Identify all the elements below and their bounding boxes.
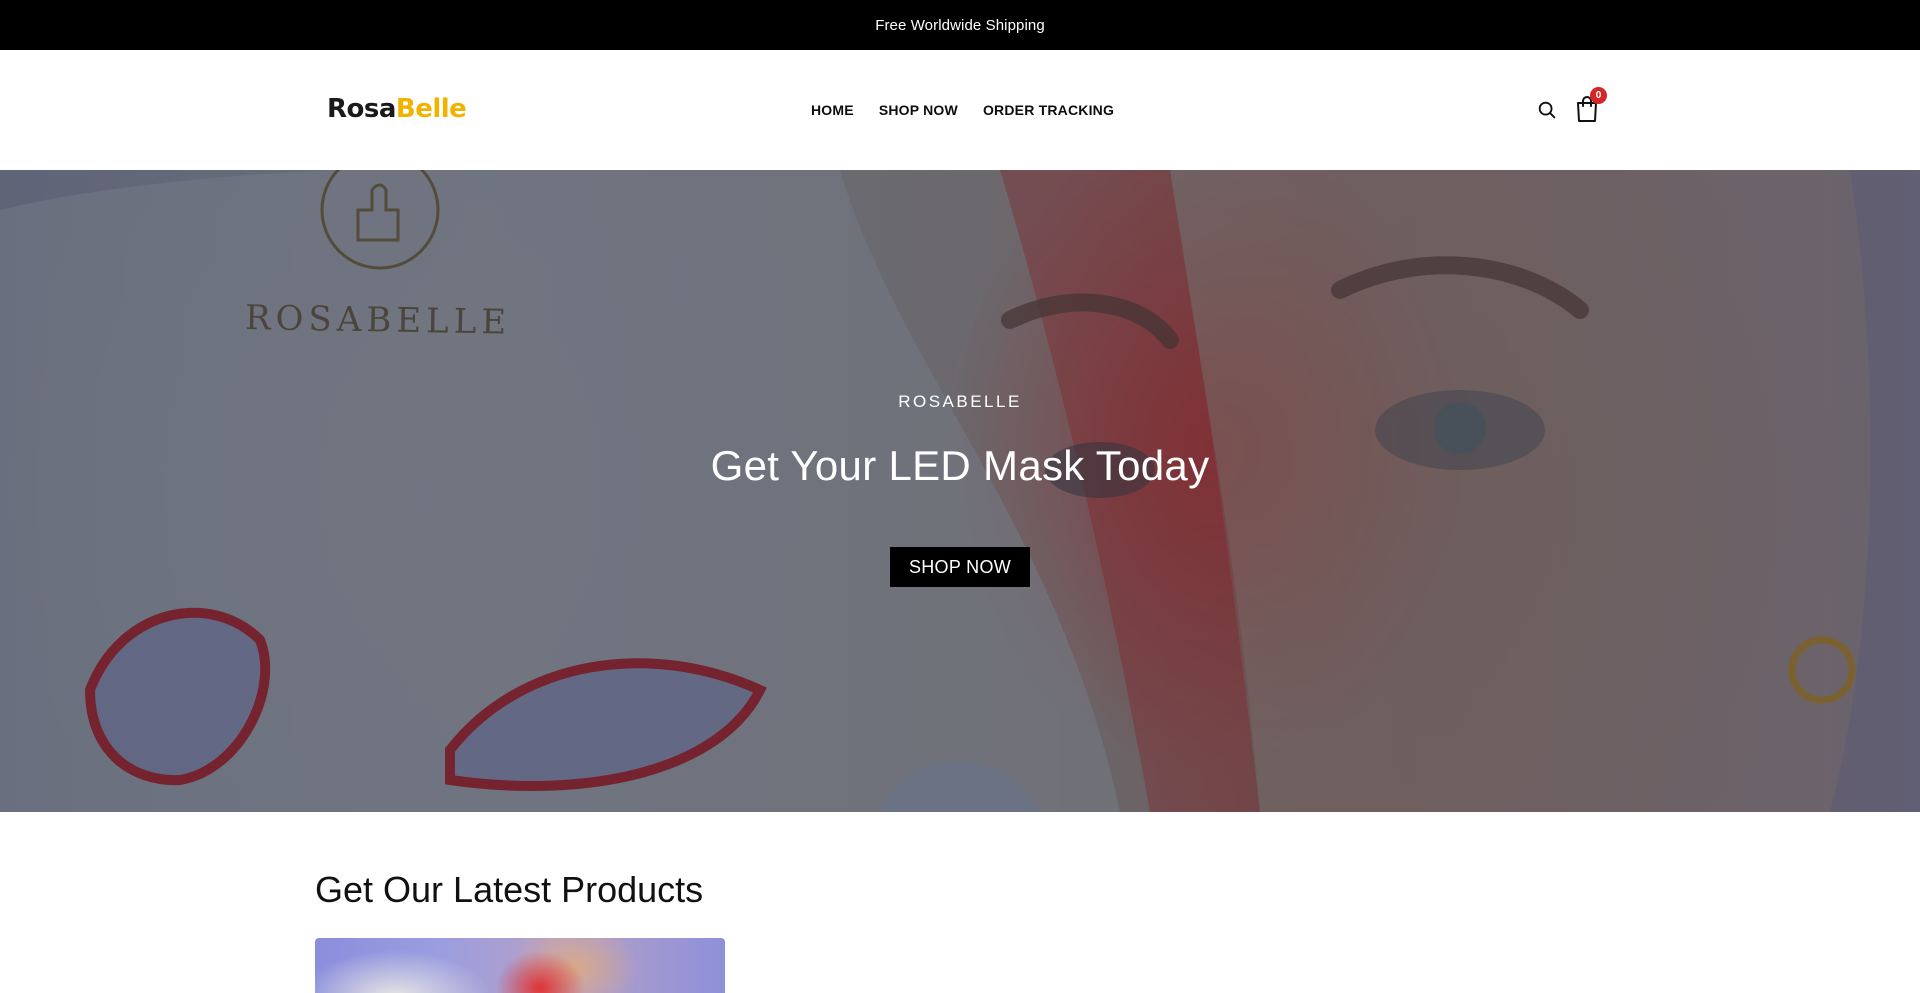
cart-button[interactable]: 0	[1574, 87, 1607, 125]
product-card-image[interactable]	[315, 938, 725, 993]
cart-count-badge: 0	[1590, 87, 1607, 104]
announcement-text: Free Worldwide Shipping	[875, 16, 1045, 34]
main-nav: HOME SHOP NOW ORDER TRACKING	[811, 102, 1114, 118]
nav-order-tracking[interactable]: ORDER TRACKING	[983, 102, 1114, 118]
hero-eyebrow: ROSABELLE	[898, 392, 1022, 411]
announcement-bar: Free Worldwide Shipping	[0, 0, 1920, 50]
logo-part-belle: Belle	[395, 94, 467, 124]
header-actions: 0	[1536, 87, 1607, 126]
nav-shop-now[interactable]: SHOP NOW	[879, 102, 958, 118]
search-icon[interactable]	[1536, 99, 1558, 121]
nav-home[interactable]: HOME	[811, 102, 854, 118]
products-section-title: Get Our Latest Products	[315, 869, 704, 910]
site-header: RosaBelle HOME SHOP NOW ORDER TRACKING 0	[0, 50, 1920, 170]
hero-content: ROSABELLE Get Your LED Mask Today SHOP N…	[0, 170, 1920, 812]
logo[interactable]: RosaBelle	[327, 94, 467, 124]
hero-title: Get Your LED Mask Today	[710, 442, 1210, 489]
hero-shop-now-button[interactable]: SHOP NOW	[890, 547, 1030, 587]
hero-banner: ROSABELLE ROSABELLE Get Your LED Mask To…	[0, 170, 1920, 812]
logo-part-rosa: Rosa	[327, 94, 396, 124]
